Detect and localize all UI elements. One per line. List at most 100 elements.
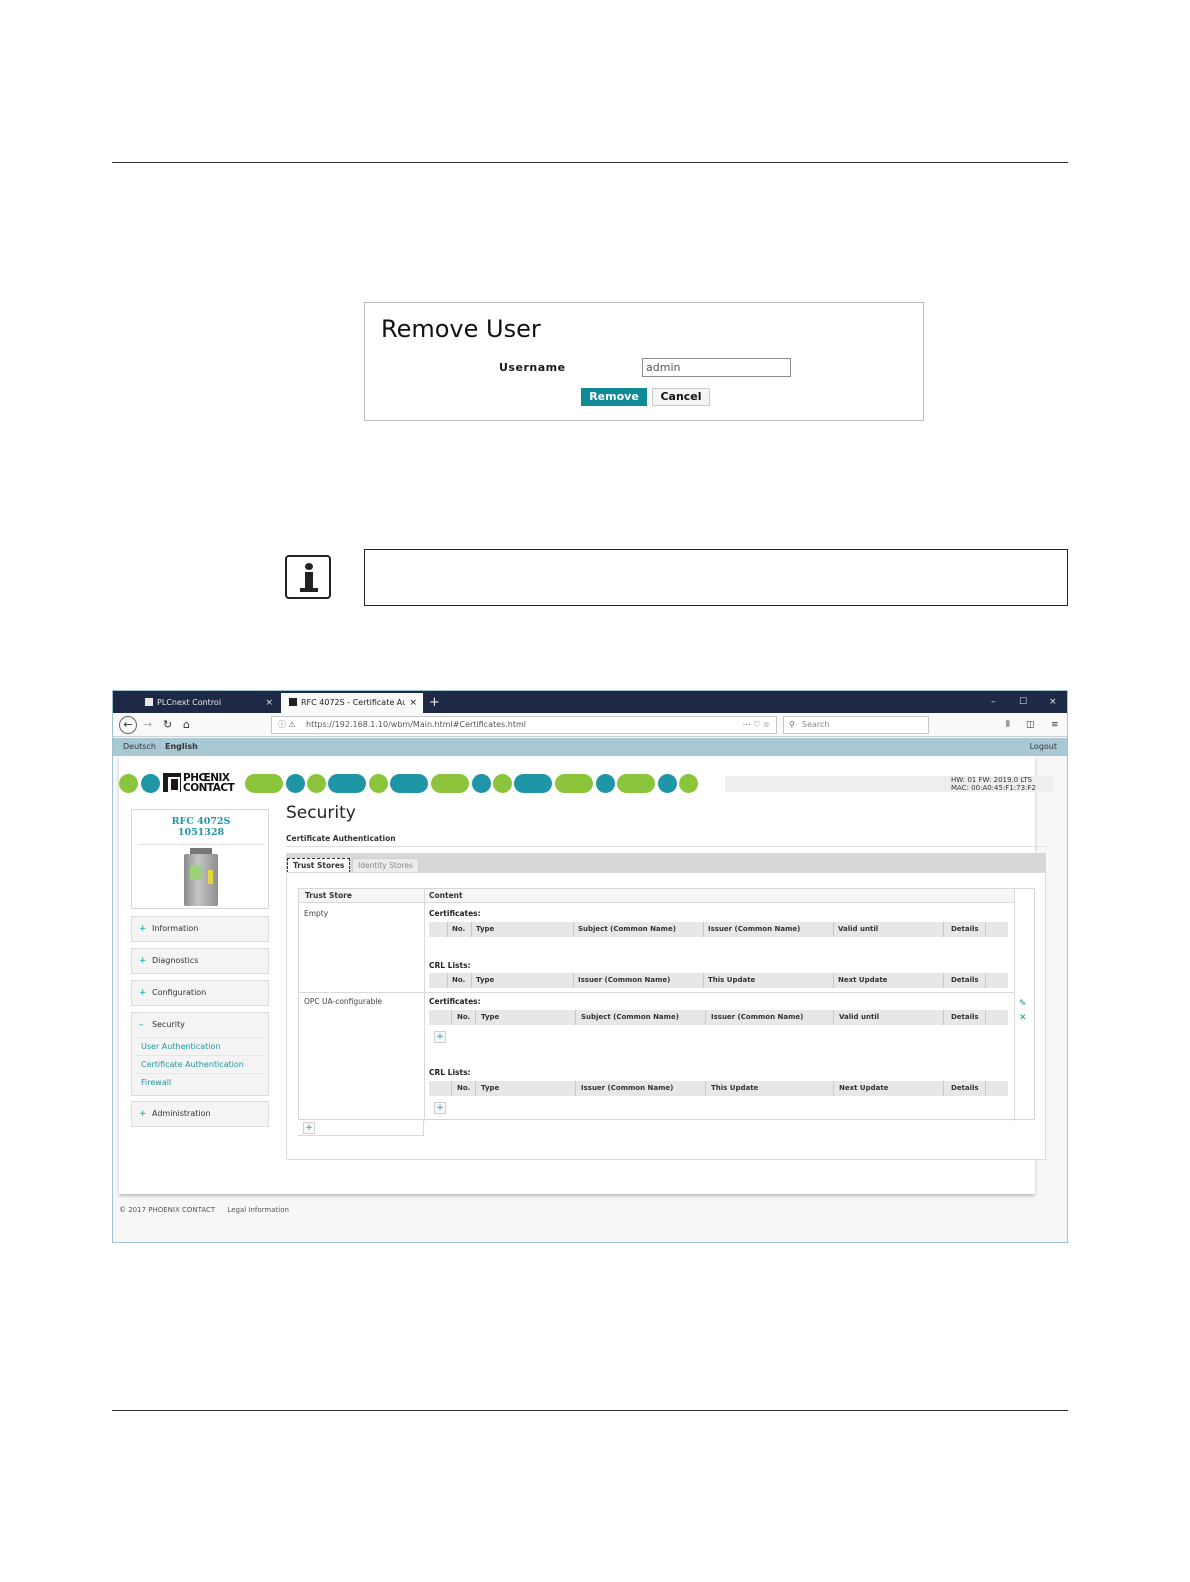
sidebar-item-security[interactable]: – Security User Authentication Certificat…: [131, 1012, 269, 1096]
legal-information-link[interactable]: Legal Information: [227, 1206, 289, 1214]
tab-identity-stores[interactable]: Identity Stores: [352, 858, 419, 873]
sidebar-item-label: Administration: [152, 1109, 211, 1118]
sidebar-item-label: Configuration: [152, 988, 207, 997]
store-tabs: Trust Stores Identity Stores: [286, 853, 1046, 873]
sidebar-item-label: Diagnostics: [152, 956, 199, 965]
table-header: Trust Store Content: [299, 889, 1014, 903]
page-subtitle: Certificate Authentication: [286, 834, 396, 843]
tab-label: PLCnext Control: [157, 698, 222, 707]
brand-pill: [328, 774, 366, 793]
bottom-rule: [112, 1410, 1068, 1411]
brand-pill: [431, 774, 469, 793]
forward-icon[interactable]: →: [143, 716, 152, 734]
sidebar-item-information[interactable]: + Information: [131, 916, 269, 942]
mac-info: MAC: 00:A0:45:F1:73:F2: [951, 784, 1036, 792]
crl-label: CRL Lists:: [429, 1068, 471, 1077]
expand-icon: +: [139, 1109, 147, 1119]
device-number: 1051328: [177, 827, 225, 838]
lang-english-link[interactable]: English: [165, 738, 198, 756]
cancel-button[interactable]: Cancel: [652, 388, 710, 406]
brand-pill: [119, 774, 138, 793]
sidebar-item-diagnostics[interactable]: + Diagnostics: [131, 948, 269, 974]
trust-store-name: OPC UA-configurable: [304, 997, 383, 1006]
brand-pill: [369, 774, 388, 793]
browser-screenshot: PLCnext Control × RFC 4072S - Certificat…: [112, 690, 1068, 1243]
add-certificate-button[interactable]: +: [434, 1031, 446, 1043]
phoenix-favicon-icon: [289, 698, 297, 706]
library-icon[interactable]: ⫴: [1006, 716, 1010, 734]
close-tab-icon[interactable]: ×: [409, 693, 417, 713]
logo-line2: CONTACT: [183, 782, 235, 794]
certificates-table-header: No. Type Subject (Common Name) Issuer (C…: [429, 922, 1008, 937]
tab-certificate-authentication[interactable]: RFC 4072S - Certificate Authent ×: [281, 693, 423, 713]
page-title: Security: [286, 803, 356, 823]
hw-fw-info: HW: 01 FW: 2019.0 LTS: [951, 776, 1032, 784]
hw-info-box: HW: 01 FW: 2019.0 LTS MAC: 00:A0:45:F1:7…: [725, 776, 1053, 792]
brand-pill: [679, 774, 698, 793]
certificates-label: Certificates:: [429, 909, 481, 918]
url-text: https://192.168.1.10/wbm/Main.html#Certi…: [306, 720, 526, 729]
menu-icon[interactable]: ≡: [1051, 716, 1059, 734]
site-info-lock-icon[interactable]: ⓘ ⚠: [278, 717, 296, 733]
sidebar-subitem-user-authentication[interactable]: User Authentication: [136, 1037, 264, 1055]
brand-pill: [617, 774, 655, 793]
browser-titlebar: PLCnext Control × RFC 4072S - Certificat…: [113, 691, 1067, 713]
top-rule: [112, 162, 1068, 163]
trust-store-name: Empty: [304, 909, 329, 918]
tab-label: RFC 4072S - Certificate Authent: [301, 698, 405, 707]
delete-icon[interactable]: ✕: [1019, 1013, 1027, 1023]
back-icon[interactable]: ←: [119, 716, 137, 734]
maximize-button[interactable]: ☐: [1019, 694, 1027, 710]
new-tab-button[interactable]: +: [429, 693, 440, 713]
phoenix-contact-logo: PHŒNIX CONTACT: [163, 771, 243, 793]
crl-table-header: No. Type Issuer (Common Name) This Updat…: [429, 973, 1008, 988]
search-placeholder: Search: [802, 720, 830, 729]
sidebar-item-label: Information: [152, 924, 199, 933]
username-input[interactable]: [642, 358, 791, 377]
header-trust-store: Trust Store: [305, 891, 352, 900]
search-icon: ⚲: [789, 720, 795, 729]
remove-button[interactable]: Remove: [581, 388, 647, 406]
trust-store-table: Trust Store Content Empty Certificates: …: [298, 888, 1035, 1121]
brand-pill: [141, 774, 160, 793]
certificates-table-header: No. Type Subject (Common Name) Issuer (C…: [429, 1010, 1008, 1025]
search-bar[interactable]: ⚲ Search: [783, 716, 929, 734]
expand-icon: +: [139, 988, 147, 998]
info-icon: [285, 555, 331, 599]
page-actions-icon[interactable]: ⋯ ♡ ☆: [743, 717, 770, 733]
url-bar[interactable]: ⓘ ⚠ https://192.168.1.10/wbm/Main.html#C…: [271, 716, 777, 734]
edit-icon[interactable]: ✎: [1019, 999, 1027, 1009]
certificates-label: Certificates:: [429, 997, 481, 1006]
expand-icon: +: [139, 924, 147, 934]
dialog-title: Remove User: [381, 315, 541, 343]
add-trust-store-button[interactable]: +: [303, 1122, 315, 1134]
minimize-button[interactable]: –: [991, 694, 996, 710]
brand-pill: [514, 774, 552, 793]
add-crl-button[interactable]: +: [434, 1102, 446, 1114]
phoenix-favicon-icon: [145, 698, 153, 706]
sidebar-item-configuration[interactable]: + Configuration: [131, 980, 269, 1006]
phoenix-logo-mark-icon: [163, 773, 181, 792]
home-icon[interactable]: ⌂: [183, 716, 190, 734]
crl-label: CRL Lists:: [429, 961, 471, 970]
logout-link[interactable]: Logout: [1030, 738, 1057, 756]
sidebar-item-administration[interactable]: + Administration: [131, 1101, 269, 1127]
brand-pill: [555, 774, 593, 793]
close-tab-icon[interactable]: ×: [265, 693, 273, 713]
brand-pill: [390, 774, 428, 793]
lang-deutsch-link[interactable]: Deutsch: [123, 738, 156, 756]
brand-pill: [245, 774, 283, 793]
username-label: Username: [499, 361, 566, 374]
header-content: Content: [429, 891, 463, 900]
brand-pill: [472, 774, 491, 793]
sidebar-icon[interactable]: ◫: [1026, 716, 1035, 734]
sidebar-subitem-firewall[interactable]: Firewall: [136, 1073, 264, 1091]
collapse-icon: –: [139, 1020, 144, 1030]
trust-store-panel: Trust Store Content Empty Certificates: …: [286, 872, 1046, 1160]
reload-icon[interactable]: ↻: [163, 716, 172, 734]
tab-trust-stores[interactable]: Trust Stores: [287, 858, 351, 873]
tab-plcnext-control[interactable]: PLCnext Control ×: [137, 693, 279, 713]
browser-navbar: ← → ↻ ⌂ ⓘ ⚠ https://192.168.1.10/wbm/Mai…: [113, 713, 1067, 737]
close-window-button[interactable]: ×: [1049, 694, 1057, 710]
sidebar-subitem-certificate-authentication[interactable]: Certificate Authentication: [136, 1055, 264, 1073]
